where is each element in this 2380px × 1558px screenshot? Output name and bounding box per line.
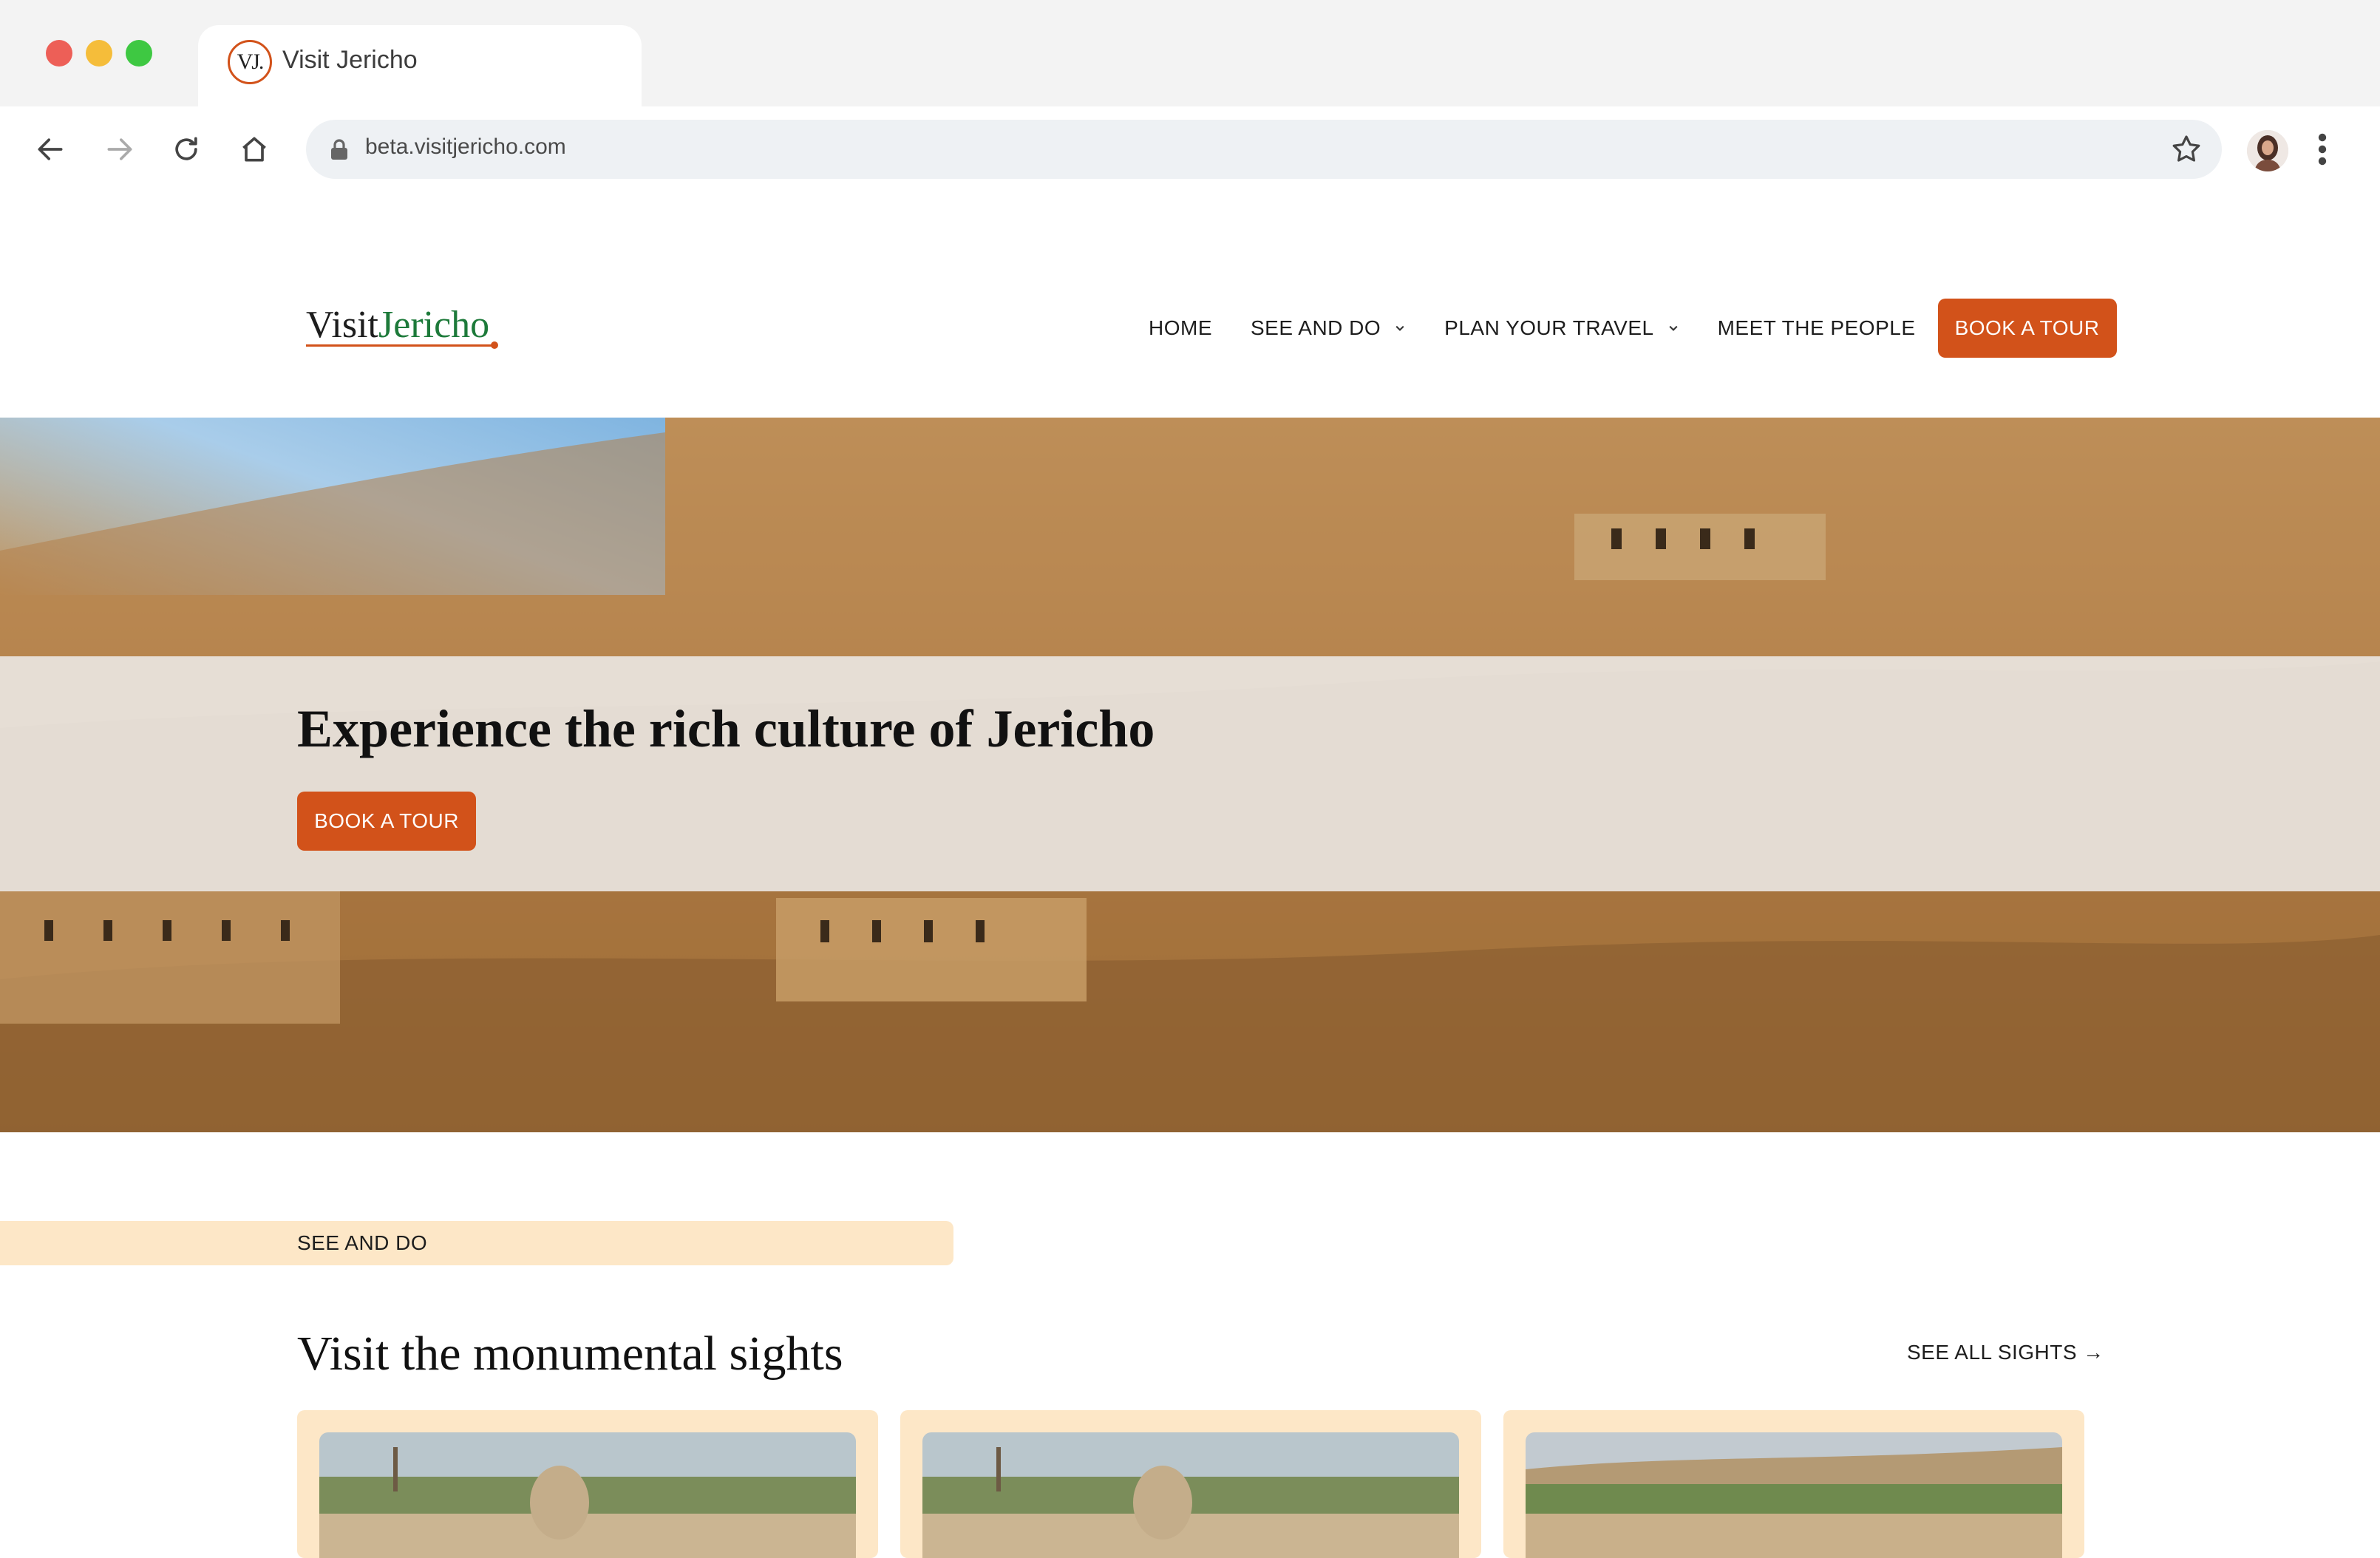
section-tag-bar: SEE AND DO	[0, 1221, 953, 1265]
section-tag: SEE AND DO	[297, 1231, 428, 1254]
sight-card[interactable]	[900, 1410, 1481, 1558]
nav-item-home[interactable]: HOME	[1149, 316, 1212, 340]
logo-text-accent: Jericho	[378, 304, 490, 346]
minimize-window-button[interactable]	[86, 40, 112, 67]
favicon-icon: VJ.	[228, 40, 272, 84]
sight-card-image	[1526, 1432, 2062, 1558]
nav-item-meet-the-people[interactable]: MEET THE PEOPLE	[1718, 316, 1916, 340]
see-all-label: SEE ALL SIGHTS	[1907, 1341, 2078, 1364]
nav-item-see-and-do[interactable]: SEE AND DO	[1251, 316, 1406, 340]
section-title: Visit the monumental sights	[297, 1327, 843, 1381]
book-a-tour-button[interactable]: BOOK A TOUR	[1937, 299, 2117, 358]
browser-tab[interactable]: VJ. Visit Jericho	[198, 25, 642, 106]
reload-icon[interactable]	[164, 127, 208, 171]
hero-book-a-tour-button[interactable]: BOOK A TOUR	[297, 792, 476, 851]
forward-icon[interactable]	[98, 127, 142, 171]
see-all-sights-link[interactable]: SEE ALL SIGHTS →	[1907, 1341, 2104, 1364]
hero-text-overlay	[0, 656, 2380, 891]
sight-card-image	[319, 1432, 856, 1558]
lock-icon	[331, 139, 347, 160]
close-window-button[interactable]	[46, 40, 72, 67]
hero-title: Experience the rich culture of Jericho	[297, 699, 1155, 758]
bookmark-star-icon[interactable]	[2169, 132, 2204, 167]
chevron-down-icon	[1669, 325, 1678, 331]
logo-underline	[306, 344, 495, 347]
maximize-window-button[interactable]	[126, 40, 152, 67]
more-menu-icon[interactable]	[2306, 127, 2339, 171]
browser-toolbar: beta.visitjericho.com	[0, 106, 2380, 192]
nav-item-label: SEE AND DO	[1251, 316, 1381, 339]
nav-item-label: MEET THE PEOPLE	[1717, 316, 1916, 339]
nav-item-label: PLAN YOUR TRAVEL	[1444, 316, 1654, 339]
nav-item-plan-your-travel[interactable]: PLAN YOUR TRAVEL	[1444, 316, 1679, 340]
home-icon[interactable]	[232, 127, 276, 171]
browser-tab-bar: VJ. Visit Jericho	[0, 0, 2380, 106]
nav-item-label: HOME	[1149, 316, 1212, 339]
chevron-down-icon	[1395, 325, 1404, 331]
logo-text-prefix: Visit	[306, 304, 379, 346]
sight-card[interactable]	[1503, 1410, 2084, 1558]
logo-dot	[491, 341, 498, 349]
address-bar[interactable]: beta.visitjericho.com	[306, 120, 2222, 179]
site-header: VisitJericho HOME SEE AND DO PLAN YOUR T…	[0, 192, 2380, 418]
sight-card-image	[922, 1432, 1459, 1558]
hero-banner: Experience the rich culture of Jericho B…	[0, 418, 2380, 1132]
arrow-right-icon: →	[2083, 1341, 2104, 1364]
main-nav: HOME SEE AND DO PLAN YOUR TRAVEL MEET TH…	[1149, 299, 2117, 358]
profile-avatar[interactable]	[2247, 130, 2288, 171]
url-text: beta.visitjericho.com	[365, 135, 566, 159]
site-logo[interactable]: VisitJericho	[306, 303, 489, 347]
sight-card[interactable]	[297, 1410, 878, 1558]
tab-title: Visit Jericho	[282, 46, 418, 74]
back-icon[interactable]	[28, 127, 72, 171]
